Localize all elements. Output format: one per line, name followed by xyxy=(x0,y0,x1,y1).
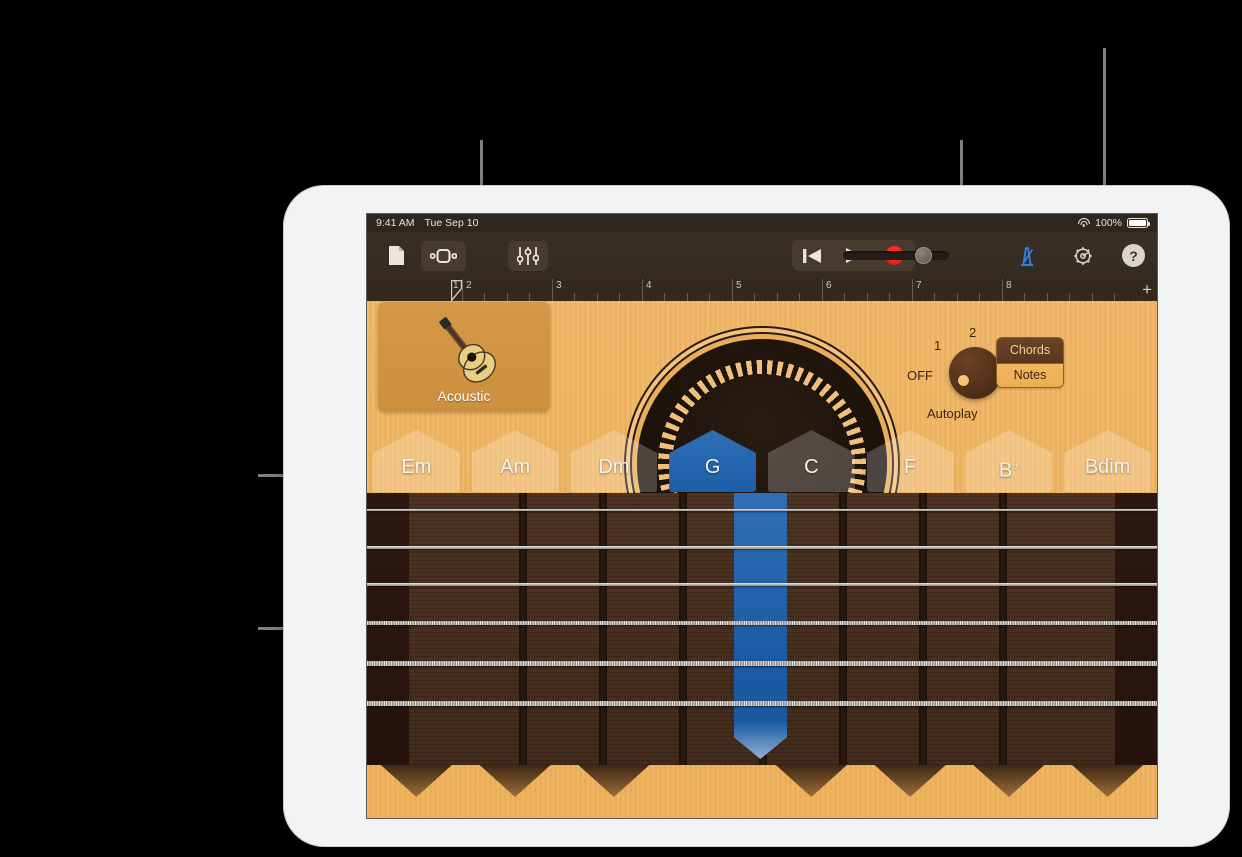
chevron-col xyxy=(367,765,466,818)
fretboard-edge-left xyxy=(367,493,409,765)
chevron-col xyxy=(861,765,960,818)
fretboard-edge-right xyxy=(1115,493,1157,765)
chord-column-tips xyxy=(367,765,1157,818)
chord-shape xyxy=(866,430,954,492)
selected-chord-tip xyxy=(733,721,788,759)
chord-shape xyxy=(767,430,855,492)
metronome-icon xyxy=(1021,246,1034,266)
fret-line xyxy=(679,493,687,765)
ruler-bar-label: 3 xyxy=(556,280,562,291)
chord-button-f[interactable]: F xyxy=(861,426,960,493)
track-controls-button[interactable] xyxy=(508,240,548,271)
autoplay-knob-indicator xyxy=(958,375,969,386)
chord-shape xyxy=(570,430,658,492)
settings-button[interactable] xyxy=(1066,241,1100,271)
ruler-bar-label: 4 xyxy=(646,280,652,291)
ipad-screen: 9:41 AM Tue Sep 10 100% ? 2 3 4 5 6 7 8 … xyxy=(367,214,1157,818)
autoplay-label-2[interactable]: 2 xyxy=(969,325,976,340)
chord-button-g[interactable]: G xyxy=(663,426,762,493)
right-toolbar-group: ? xyxy=(1010,241,1145,271)
ruler-bar-label: 7 xyxy=(916,280,922,291)
fret-line xyxy=(999,493,1007,765)
volume-knob[interactable] xyxy=(915,247,932,264)
string-2[interactable] xyxy=(367,546,1157,549)
status-bar: 9:41 AM Tue Sep 10 100% xyxy=(367,214,1157,232)
timeline-ruler[interactable]: 2 3 4 5 6 7 8 1 + xyxy=(367,279,1157,301)
mode-option-notes[interactable]: Notes xyxy=(997,362,1063,387)
loop-browser-icon xyxy=(430,248,457,263)
fret-line xyxy=(519,493,527,765)
master-volume-slider[interactable] xyxy=(843,241,949,271)
chord-button-em[interactable]: Em xyxy=(367,426,466,493)
guitar-instrument-area: Acoustic OFF 1 2 3 4 Autoplay Chords Not… xyxy=(367,301,1157,818)
main-toolbar: ? xyxy=(367,232,1157,279)
string-1[interactable] xyxy=(367,509,1157,512)
fret-line xyxy=(839,493,847,765)
metronome-button[interactable] xyxy=(1010,241,1044,271)
chord-button-bflat[interactable]: B♭ xyxy=(960,426,1059,493)
battery-icon xyxy=(1127,218,1151,228)
track-controls-icon xyxy=(517,246,539,265)
autoplay-caption: Autoplay xyxy=(927,406,978,421)
string-6[interactable] xyxy=(367,701,1157,707)
status-time: 9:41 AM xyxy=(376,217,415,229)
chevron-col xyxy=(762,765,861,818)
chord-button-bdim[interactable]: Bdim xyxy=(1058,426,1157,493)
chord-shape-selected xyxy=(669,430,757,492)
chord-button-c[interactable]: C xyxy=(762,426,861,493)
wifi-icon xyxy=(1077,218,1090,228)
chord-shape xyxy=(372,430,460,492)
instrument-tile[interactable]: Acoustic xyxy=(378,302,550,412)
string-4[interactable] xyxy=(367,621,1157,625)
chevron-col-selected xyxy=(663,765,762,818)
selected-chord-column xyxy=(733,493,788,721)
chord-shape xyxy=(1064,430,1152,492)
acoustic-guitar-icon xyxy=(416,310,512,391)
fretboard[interactable] xyxy=(367,493,1157,765)
ruler-bar-label: 5 xyxy=(736,280,742,291)
autoplay-label-1[interactable]: 1 xyxy=(934,338,941,353)
rewind-icon xyxy=(803,248,821,263)
autoplay-knob[interactable] xyxy=(949,347,1001,399)
ruler-bar-label: 6 xyxy=(826,280,832,291)
loop-browser-button[interactable] xyxy=(421,240,466,271)
help-button[interactable]: ? xyxy=(1122,244,1145,267)
playhead-bar-label: 1 xyxy=(453,280,459,291)
autoplay-label-off[interactable]: OFF xyxy=(907,368,933,383)
document-icon xyxy=(388,246,404,265)
fret-line xyxy=(599,493,607,765)
string-5[interactable] xyxy=(367,661,1157,666)
my-songs-button[interactable] xyxy=(379,241,413,271)
fret-line xyxy=(919,493,927,765)
chord-shape xyxy=(471,430,559,492)
ruler-bar-label: 8 xyxy=(1006,280,1012,291)
gear-icon xyxy=(1074,246,1092,265)
chevron-col xyxy=(466,765,565,818)
string-3[interactable] xyxy=(367,583,1157,587)
chevron-col xyxy=(1058,765,1157,818)
mode-option-chords[interactable]: Chords xyxy=(997,338,1063,363)
chord-strip: Em Am Dm G C F B♭ Bdim xyxy=(367,426,1157,493)
add-section-button[interactable]: + xyxy=(1142,281,1152,298)
chord-button-am[interactable]: Am xyxy=(466,426,565,493)
chevron-col xyxy=(565,765,664,818)
battery-percent-label: 100% xyxy=(1095,217,1122,229)
chord-button-dm[interactable]: Dm xyxy=(565,426,664,493)
ruler-bar-label: 2 xyxy=(466,280,472,291)
rewind-button[interactable] xyxy=(792,248,833,264)
status-date: Tue Sep 10 xyxy=(424,217,479,229)
chord-shape xyxy=(965,430,1053,492)
chords-notes-toggle[interactable]: Chords Notes xyxy=(996,337,1064,388)
chevron-col xyxy=(960,765,1059,818)
screenshot-stage: 9:41 AM Tue Sep 10 100% ? 2 3 4 5 6 7 8 … xyxy=(0,0,1242,857)
volume-track xyxy=(843,251,949,260)
